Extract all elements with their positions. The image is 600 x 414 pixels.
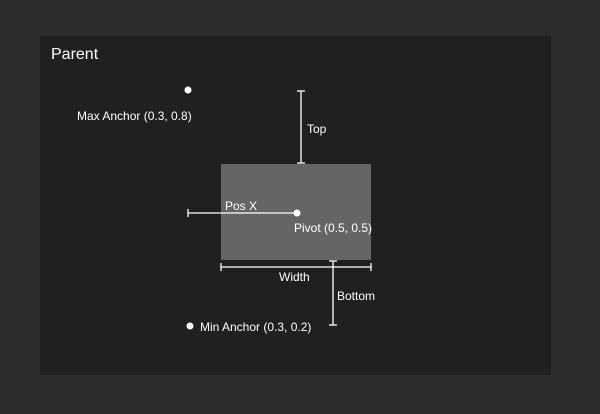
min-anchor-label: Min Anchor (0.3, 0.2) [200,320,312,334]
top-label: Top [307,122,327,136]
pivot-point [293,209,301,217]
pivot-label: Pivot (0.5, 0.5) [294,221,373,235]
max-anchor-label: Max Anchor (0.3, 0.8) [77,109,192,123]
diagram-stage: Parent Max Anchor (0.3, 0.8) Top Pos X P… [0,0,600,414]
top-dimension [297,90,305,164]
max-anchor-point [184,86,192,94]
bottom-dimension [329,260,337,326]
anchor-diagram [184,86,372,330]
width-label: Width [279,270,310,284]
min-anchor-point [186,322,194,330]
pos-x-label: Pos X [225,199,258,213]
bottom-label: Bottom [337,289,376,303]
